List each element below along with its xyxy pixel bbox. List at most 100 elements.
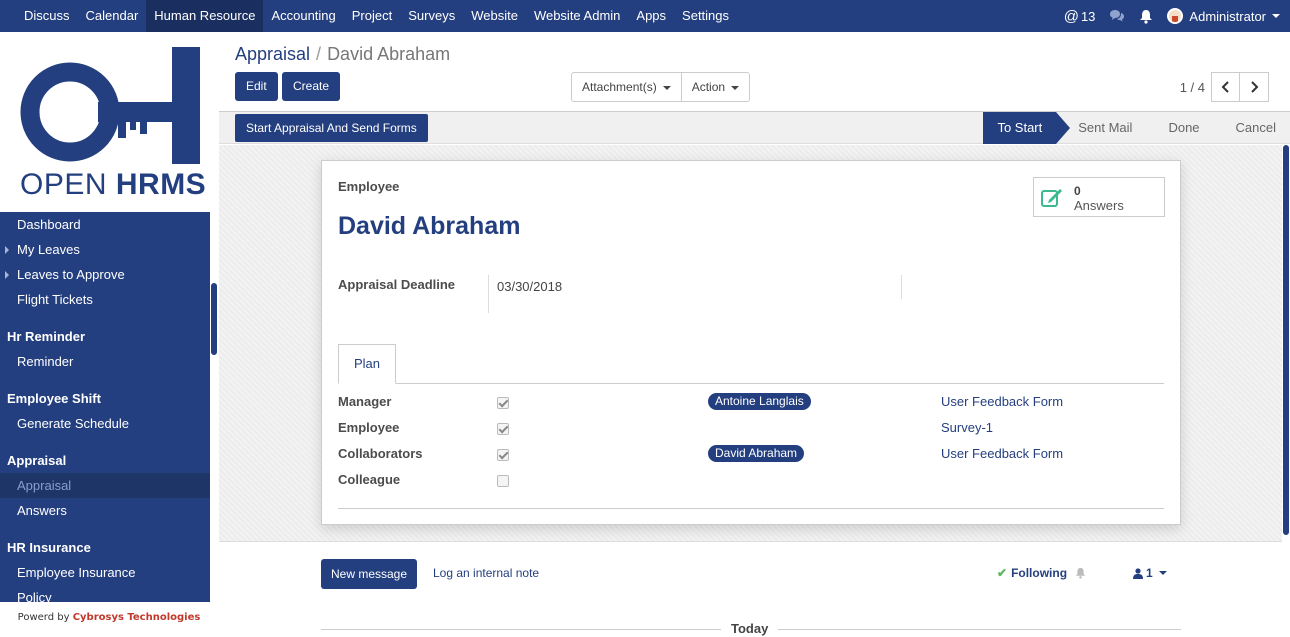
menu-project[interactable]: Project (344, 0, 400, 32)
breadcrumb-parent[interactable]: Appraisal (235, 44, 310, 64)
edit-button[interactable]: Edit (235, 72, 278, 101)
menu-calendar[interactable]: Calendar (78, 0, 147, 32)
survey-link[interactable]: Survey-1 (941, 420, 993, 435)
pager-next-button[interactable] (1240, 72, 1269, 102)
person-tag[interactable]: David Abraham (708, 445, 805, 462)
sidebar-item-employee-insurance[interactable]: Employee Insurance (0, 560, 210, 585)
menu-website-admin[interactable]: Website Admin (526, 0, 628, 32)
date-separator: Today (321, 621, 1181, 637)
survey-link[interactable]: User Feedback Form (941, 446, 1063, 461)
mentions[interactable]: @ 13 (1064, 8, 1096, 25)
chevron-left-icon (1221, 81, 1229, 93)
top-navbar: Discuss Calendar Human Resource Accounting P… (0, 0, 1290, 32)
user-menu[interactable]: Administrator (1167, 8, 1280, 24)
create-button[interactable]: Create (282, 72, 341, 101)
systray: @ 13 Administrator (1050, 0, 1280, 32)
caret-down-icon (662, 85, 671, 90)
chatter: New message Log an internal note ✔ Follo… (219, 543, 1282, 637)
sidebar-scrollbar-track[interactable] (210, 212, 218, 602)
stage-to-start[interactable]: To Start (983, 112, 1071, 144)
start-appraisal-button[interactable]: Start Appraisal And Send Forms (235, 114, 428, 142)
sidebar-item-label: Reminder (17, 354, 74, 369)
menu-settings[interactable]: Settings (674, 0, 737, 32)
bell-icon[interactable] (1139, 9, 1153, 24)
sidebar-item-my-leaves[interactable]: My Leaves (0, 237, 210, 262)
sidebar-scrollbar-thumb[interactable] (211, 283, 217, 355)
attachments-dropdown[interactable]: Attachment(s) (572, 73, 681, 101)
sidebar-item-leaves-to-approve[interactable]: Leaves to Approve (0, 262, 210, 287)
tab-divider (338, 383, 1164, 384)
log-note-link[interactable]: Log an internal note (433, 566, 539, 580)
breadcrumb-separator: / (316, 44, 322, 64)
pager: 1 / 4 (1180, 72, 1269, 102)
stage-done[interactable]: Done (1146, 112, 1213, 144)
sidebar-item-label: Policy (17, 590, 52, 602)
following-button[interactable]: ✔ Following (997, 566, 1086, 580)
sidebar-item-appraisal[interactable]: Appraisal (0, 473, 210, 498)
plan-row-label: Manager (338, 394, 392, 409)
menu-discuss[interactable]: Discuss (16, 0, 78, 32)
chevron-right-icon (1251, 81, 1259, 93)
followers-dropdown[interactable]: 1 (1133, 566, 1167, 580)
pager-value[interactable]: 1 / 4 (1180, 80, 1205, 95)
deadline-label: Appraisal Deadline (338, 277, 456, 292)
chat-icon[interactable] (1109, 9, 1125, 23)
caret-right-icon (5, 271, 9, 279)
deadline-field[interactable]: 03/30/2018 (488, 275, 562, 313)
statusbar: Start Appraisal And Send Forms To Start S… (219, 112, 1290, 144)
sidebar-item-answers[interactable]: Answers (0, 498, 210, 523)
sidebar-item-policy[interactable]: Policy (0, 585, 210, 602)
menu-accounting[interactable]: Accounting (263, 0, 343, 32)
mentions-count: 13 (1080, 8, 1096, 24)
avatar (1167, 8, 1184, 24)
sidebar-item-label: Flight Tickets (17, 292, 93, 307)
survey-link[interactable]: User Feedback Form (941, 394, 1063, 409)
user-icon (1133, 567, 1143, 579)
app-menu: Discuss Calendar Human Resource Accounting P… (16, 0, 737, 32)
tab-plan[interactable]: Plan (338, 344, 396, 384)
divider (901, 275, 902, 299)
sidebar-item-dashboard[interactable]: Dashboard (0, 212, 210, 237)
plan-row: Colleague (338, 468, 1164, 494)
check-icon: ✔ (997, 566, 1008, 580)
pager-previous-button[interactable] (1211, 72, 1240, 102)
answers-count: 0 (1074, 184, 1081, 198)
content-scrollbar-thumb[interactable] (1283, 145, 1289, 535)
sidebar-item-flight-tickets[interactable]: Flight Tickets (0, 287, 210, 312)
menu-website[interactable]: Website (463, 0, 526, 32)
answers-stat-button[interactable]: 0 Answers (1033, 177, 1165, 217)
plan-row-label: Employee (338, 420, 400, 435)
content-scrollbar[interactable] (1282, 145, 1290, 637)
main-content: Appraisal / David Abraham Edit Create Atta… (219, 32, 1290, 637)
today-label: Today (721, 621, 779, 636)
sidebar: OPEN HRMS Dashboard My Leaves Leaves to Ap… (0, 32, 218, 637)
sidebar-item-label: Dashboard (17, 217, 81, 232)
sidebar-item-label: Employee Insurance (17, 565, 136, 580)
at-icon: @ (1063, 7, 1079, 25)
plan-row-label: Collaborators (338, 446, 423, 461)
person-tag[interactable]: Antoine Langlais (708, 393, 811, 410)
sidebar-section-hr-insurance: HR Insurance (7, 540, 91, 555)
menu-human-resource[interactable]: Human Resource (146, 0, 264, 32)
form-sheet: Employee David Abraham 0 Answers Apprais… (321, 160, 1181, 525)
caret-down-icon (731, 85, 740, 90)
sidebar-actions: Attachment(s) Action (571, 72, 751, 102)
plan-row-checkbox[interactable] (497, 449, 509, 461)
sidebar-item-reminder[interactable]: Reminder (0, 349, 210, 374)
stage-cancel[interactable]: Cancel (1214, 112, 1290, 144)
plan-row-checkbox[interactable] (497, 475, 509, 487)
sidebar-section-employee-shift: Employee Shift (7, 391, 101, 406)
new-message-button[interactable]: New message (321, 559, 418, 589)
edit-icon (1041, 189, 1062, 207)
powered-company[interactable]: Cybrosys Technologies (73, 612, 201, 623)
plan-row: Collaborators David Abraham User Feedback … (338, 442, 1164, 468)
caret-down-icon (1272, 14, 1280, 18)
plan-row-checkbox[interactable] (497, 423, 509, 435)
sidebar-item-generate-schedule[interactable]: Generate Schedule (0, 411, 210, 436)
menu-surveys[interactable]: Surveys (400, 0, 463, 32)
action-dropdown[interactable]: Action (680, 73, 749, 101)
plan-row: Employee Survey-1 (338, 416, 1164, 442)
menu-apps[interactable]: Apps (628, 0, 674, 32)
answers-label: Answers (1074, 198, 1124, 213)
plan-row-checkbox[interactable] (497, 397, 509, 409)
